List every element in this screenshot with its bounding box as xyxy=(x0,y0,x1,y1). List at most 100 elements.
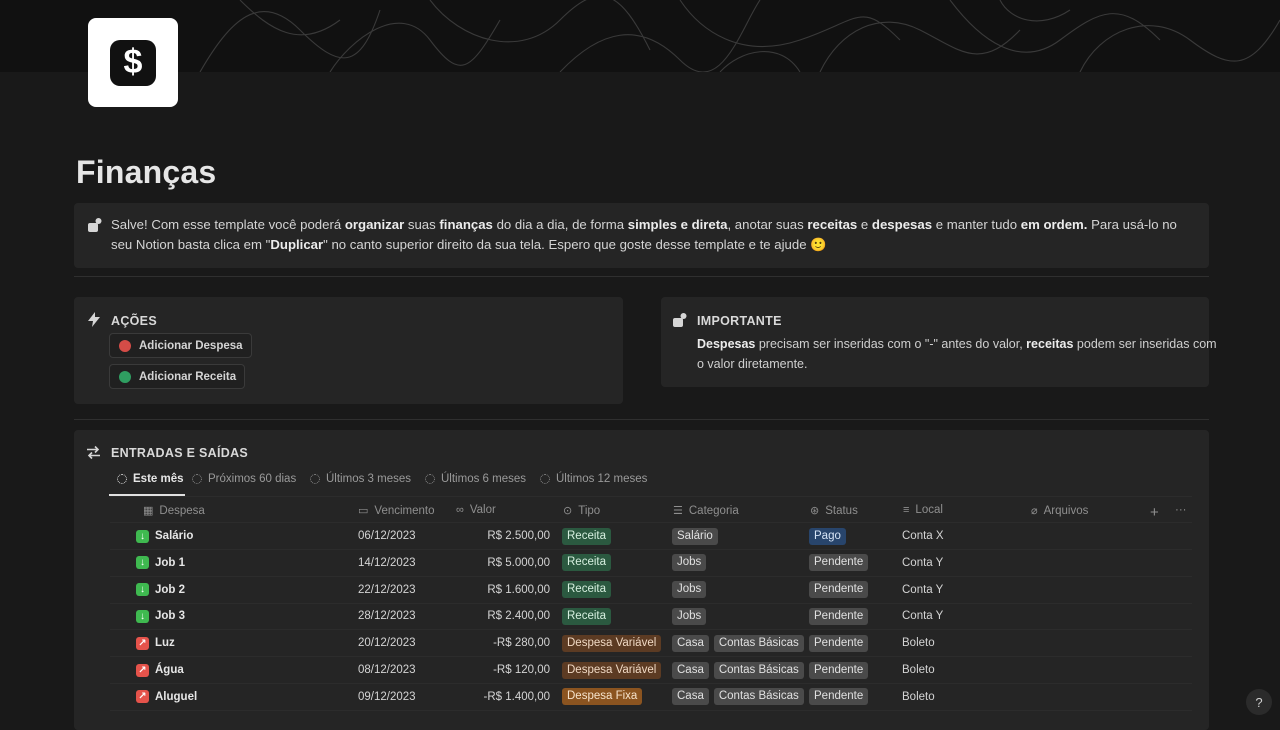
row-date[interactable]: 14/12/2023 xyxy=(358,550,416,576)
row-value[interactable]: R$ 2.500,00 xyxy=(450,523,550,549)
category-tag: Contas Básicas xyxy=(713,661,804,679)
important-card[interactable]: IMPORTANTE Despesas precisam ser inserid… xyxy=(661,297,1217,387)
tab-this-month[interactable]: Este mês xyxy=(117,473,184,485)
table-row[interactable]: ↓ Job 1 14/12/2023 R$ 5.000,00 Receita Jobs Pe… xyxy=(110,550,1192,576)
table-row[interactable]: ↗ Aluguel 09/12/2023 -R$ 1.400,00 Despesa Fi… xyxy=(110,684,1192,710)
row-tipo[interactable]: Receita xyxy=(562,523,616,549)
row-local[interactable]: Boleto xyxy=(902,630,935,656)
row-tipo[interactable]: Despesa Fixa xyxy=(562,684,647,710)
row-name[interactable]: ↗ Luz xyxy=(136,630,175,656)
row-date[interactable]: 09/12/2023 xyxy=(358,684,416,710)
row-tipo[interactable]: Receita xyxy=(562,550,616,576)
dotted-circle-icon xyxy=(117,474,127,484)
status-badge: Pendente xyxy=(809,554,869,572)
col-header-status[interactable]: ⊛ Status xyxy=(810,504,858,518)
row-categoria[interactable]: Casa Contas Básicas xyxy=(672,630,809,656)
page-title[interactable]: Finanças xyxy=(76,154,216,191)
col-header-vencimento[interactable]: ▭ Vencimento xyxy=(358,504,435,518)
row-local-value: Boleto xyxy=(902,664,935,676)
row-name[interactable]: ↓ Job 2 xyxy=(136,577,185,603)
row-value[interactable]: -R$ 120,00 xyxy=(450,657,550,683)
row-name[interactable]: ↓ Job 3 xyxy=(136,603,185,629)
more-options-button[interactable]: ··· xyxy=(1175,504,1187,516)
row-tipo[interactable]: Receita xyxy=(562,577,616,603)
table-row[interactable]: ↓ Job 3 28/12/2023 R$ 2.400,00 Receita Jobs Pe… xyxy=(110,603,1192,629)
row-tipo[interactable]: Despesa Variável xyxy=(562,630,666,656)
list-icon: ☰ xyxy=(673,505,683,517)
intro-callout[interactable]: Salve! Com esse template você poderá org… xyxy=(74,203,1209,268)
table-row[interactable]: ↓ Job 2 22/12/2023 R$ 1.600,00 Receita Jobs Pe… xyxy=(110,577,1192,603)
tab-last-3-months[interactable]: Últimos 3 meses xyxy=(310,473,411,485)
tab-last-12-months[interactable]: Últimos 12 meses xyxy=(540,473,647,485)
row-categoria[interactable]: Casa Contas Básicas xyxy=(672,684,809,710)
intro-segment: Salve! Com esse template você poderá xyxy=(111,217,345,232)
row-value[interactable]: R$ 5.000,00 xyxy=(450,550,550,576)
row-tipo[interactable]: Receita xyxy=(562,603,616,629)
row-categoria[interactable]: Jobs xyxy=(672,577,711,603)
row-name[interactable]: ↗ Água xyxy=(136,657,184,683)
tab-next-60-days[interactable]: Próximos 60 dias xyxy=(192,473,296,485)
row-local[interactable]: Conta Y xyxy=(902,603,943,629)
expense-arrow-icon: ↗ xyxy=(136,663,149,677)
row-value[interactable]: -R$ 1.400,00 xyxy=(450,684,551,710)
row-name[interactable]: ↗ Aluguel xyxy=(136,684,197,710)
hand-icon xyxy=(88,218,102,232)
row-local[interactable]: Boleto xyxy=(902,657,935,683)
tab-last-6-months[interactable]: Últimos 6 meses xyxy=(425,473,526,485)
add-property-button[interactable]: + xyxy=(1150,504,1159,521)
row-value-amount: R$ 5.000,00 xyxy=(487,556,550,569)
row-local[interactable]: Conta Y xyxy=(902,577,943,603)
table-row[interactable]: ↓ Salário 06/12/2023 R$ 2.500,00 Receita Salá… xyxy=(110,523,1192,549)
row-date[interactable]: 20/12/2023 xyxy=(358,630,416,656)
row-status[interactable]: Pendente xyxy=(809,684,873,710)
row-name[interactable]: ↓ Job 1 xyxy=(136,550,185,576)
table-row[interactable]: ↗ Água 08/12/2023 -R$ 120,00 Despesa Variáve… xyxy=(110,657,1192,683)
intro-segment: organizar xyxy=(344,217,405,232)
row-date-value: 22/12/2023 xyxy=(358,583,416,596)
help-button[interactable]: ? xyxy=(1246,689,1272,715)
category-tag: Casa xyxy=(672,661,709,679)
row-value[interactable]: R$ 2.400,00 xyxy=(450,603,550,629)
row-status[interactable]: Pendente xyxy=(809,550,873,576)
add-expense-button[interactable]: Adicionar Despesa xyxy=(109,333,252,358)
row-status[interactable]: Pendente xyxy=(809,657,873,683)
row-date[interactable]: 06/12/2023 xyxy=(358,523,416,549)
row-name-label: Job 3 xyxy=(155,610,186,623)
row-categoria[interactable]: Salário xyxy=(672,523,723,549)
col-header-tipo[interactable]: ⊙ Tipo xyxy=(563,504,600,518)
row-categoria[interactable]: Jobs xyxy=(672,603,711,629)
dotted-circle-icon xyxy=(425,474,435,484)
add-income-button[interactable]: Adicionar Receita xyxy=(109,364,246,389)
divider xyxy=(110,709,1192,711)
row-status[interactable]: Pendente xyxy=(809,577,873,603)
row-local[interactable]: Conta Y xyxy=(902,550,943,576)
row-date[interactable]: 22/12/2023 xyxy=(358,577,416,603)
row-value[interactable]: -R$ 280,00 xyxy=(450,630,550,656)
row-status[interactable]: Pago xyxy=(809,523,851,549)
row-local[interactable]: Conta X xyxy=(902,523,944,549)
expense-arrow-icon: ↗ xyxy=(136,690,149,704)
page-icon[interactable]: $ xyxy=(88,18,178,107)
row-name-label: Luz xyxy=(155,637,175,650)
row-status[interactable]: Pendente xyxy=(809,603,873,629)
row-tipo[interactable]: Despesa Variável xyxy=(562,657,666,683)
table-row[interactable]: ↗ Luz 20/12/2023 -R$ 280,00 Despesa Variável… xyxy=(110,630,1192,656)
add-income-label: Adicionar Receita xyxy=(139,370,237,383)
transactions-title: ENTRADAS E SAÍDAS xyxy=(111,446,249,460)
row-local[interactable]: Boleto xyxy=(902,684,935,710)
row-categoria[interactable]: Casa Contas Básicas xyxy=(672,657,809,683)
col-header-valor[interactable]: ∞ Valor xyxy=(456,504,496,516)
row-date[interactable]: 28/12/2023 xyxy=(358,603,416,629)
row-date[interactable]: 08/12/2023 xyxy=(358,657,416,683)
row-value[interactable]: R$ 1.600,00 xyxy=(450,577,550,603)
col-header-local[interactable]: ≡ Local xyxy=(903,504,943,516)
col-header-arquivos[interactable]: ⌀ Arquivos xyxy=(1031,504,1088,518)
col-header-despesa[interactable]: ▦ Despesa xyxy=(143,504,205,518)
category-tag: Contas Básicas xyxy=(713,634,804,652)
important-segment: precisam ser inseridas com o "-" antes d… xyxy=(755,337,1027,351)
col-header-categoria[interactable]: ☰ Categoria xyxy=(673,504,739,518)
row-name[interactable]: ↓ Salário xyxy=(136,523,193,549)
intro-segment: e xyxy=(857,217,872,232)
row-categoria[interactable]: Jobs xyxy=(672,550,711,576)
row-status[interactable]: Pendente xyxy=(809,630,873,656)
